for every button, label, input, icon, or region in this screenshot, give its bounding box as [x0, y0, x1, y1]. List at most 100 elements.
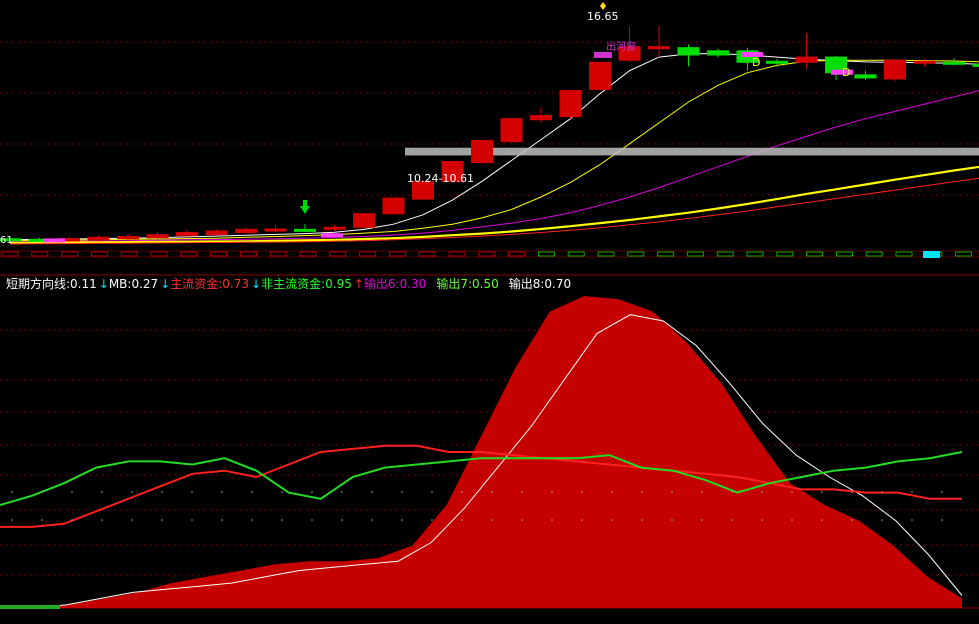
signal-strip-cell: [180, 251, 198, 257]
candle-body: [677, 47, 700, 56]
stock-chart: 16.65 10.24-10.61 61 D D 出河窗 短期方向线:0.11 ↓MB:0.…: [0, 0, 979, 620]
signal-strip-cell: [1, 251, 19, 257]
legend-item-out6: 输出6:0.30: [363, 277, 427, 291]
dot-marker: [461, 491, 463, 493]
signal-strip-active: [923, 251, 940, 258]
dot-marker: [251, 519, 253, 521]
dot-marker: [551, 491, 553, 493]
dot-marker: [101, 519, 103, 521]
dot-marker: [161, 491, 163, 493]
signal-strip-cell: [806, 251, 824, 257]
dot-marker: [761, 491, 763, 493]
ma-line: [9, 52, 979, 241]
candle-body: [884, 59, 906, 80]
dot-marker: [71, 519, 73, 521]
dot-marker: [611, 491, 613, 493]
signal-strip-cell: [448, 251, 466, 257]
signal-strip-cell: [597, 251, 615, 257]
signal-strip-cell: [567, 251, 585, 257]
dot-marker: [461, 519, 463, 521]
dot-marker: [941, 519, 943, 521]
dot-marker: [791, 491, 793, 493]
indicator-base-mark: [0, 605, 60, 609]
buy-arrow: [300, 206, 310, 214]
signal-strip-cell: [150, 251, 168, 257]
dot-marker: [311, 519, 313, 521]
candle-body: [264, 228, 287, 232]
dot-marker: [671, 519, 673, 521]
signal-tag: 出河窗: [606, 40, 636, 53]
annotations: 16.65 10.24-10.61 61 D D 出河窗: [0, 2, 850, 246]
candle-body: [294, 228, 316, 232]
candle-body: [205, 230, 228, 236]
legend-item-mb: MB:0.27 ↓: [108, 277, 171, 291]
dot-marker: [191, 519, 193, 521]
dot-marker: [701, 491, 703, 493]
dot-marker: [401, 491, 403, 493]
chart-canvas: 16.65 10.24-10.61 61 D D 出河窗: [0, 2, 979, 609]
signal-strip-cell: [716, 251, 734, 257]
candle-body: [913, 60, 936, 64]
candle-body: [117, 235, 139, 240]
legend-item-direction: 短期方向线:0.11 ↓: [6, 277, 109, 291]
left-price-label: 61: [0, 235, 13, 246]
candle-body: [500, 118, 523, 143]
signal-strip-cell: [508, 251, 526, 257]
candle-body: [589, 61, 611, 90]
dot-marker: [341, 491, 343, 493]
signal-strip-cell: [776, 251, 794, 257]
dot-marker: [281, 519, 283, 521]
dot-marker: [341, 519, 343, 521]
dot-marker: [401, 519, 403, 521]
candle-body: [648, 46, 670, 50]
dot-marker: [281, 491, 283, 493]
dot-marker: [221, 519, 223, 521]
signal-strip-cell: [329, 251, 347, 257]
dot-marker: [221, 491, 223, 493]
dot-marker: [821, 491, 823, 493]
candle-body: [943, 61, 965, 65]
dot-marker: [521, 519, 523, 521]
signal-strip-cell: [210, 251, 228, 257]
signal-strip-cell: [835, 251, 853, 257]
candle-body: [795, 56, 818, 63]
dot-marker: [821, 519, 823, 521]
dot-marker: [11, 491, 13, 493]
signal-strip-cell: [120, 251, 138, 257]
indicator-legend: 短期方向线:0.11 ↓MB:0.27 ↓主流资金:0.73 ↓非主流资金:0.95 ↑…: [0, 274, 979, 294]
dot-marker: [251, 491, 253, 493]
dot-marker: [881, 519, 883, 521]
candle-body: [176, 232, 198, 237]
candle-body: [471, 140, 493, 164]
candle-body: [382, 197, 405, 215]
dot-marker: [761, 519, 763, 521]
dot-marker: [581, 519, 583, 521]
signal-strip-cell: [865, 251, 883, 257]
legend-item-nonmain-fund: 非主流资金:0.95 ↑: [261, 277, 364, 291]
legend-item-out7: 输出7:0.50: [436, 277, 499, 291]
signal-strip-cell: [627, 251, 645, 257]
dot-marker: [521, 491, 523, 493]
dot-marker: [41, 491, 43, 493]
dot-marker: [911, 519, 913, 521]
dot-marker: [371, 491, 373, 493]
dot-marker: [161, 519, 163, 521]
signal-strip-cell: [299, 251, 317, 257]
legend-item-out8: 输出8:0.70: [508, 277, 572, 291]
dot-marker: [911, 491, 913, 493]
dot-marker: [851, 491, 853, 493]
candle-body: [972, 63, 979, 67]
dot-marker: [941, 491, 943, 493]
candle-body: [559, 89, 582, 118]
dot-marker: [431, 519, 433, 521]
dot-marker: [731, 491, 733, 493]
dot-marker: [71, 491, 73, 493]
dot-marker: [641, 519, 643, 521]
signal-strip-cell: [895, 251, 913, 257]
dot-marker: [611, 519, 613, 521]
signal-strip-cell: [418, 251, 436, 257]
candle-body: [530, 115, 552, 121]
signal-strip-cell: [657, 251, 675, 257]
signal-strip-cell: [388, 251, 406, 257]
indicator-panel: [0, 296, 963, 609]
